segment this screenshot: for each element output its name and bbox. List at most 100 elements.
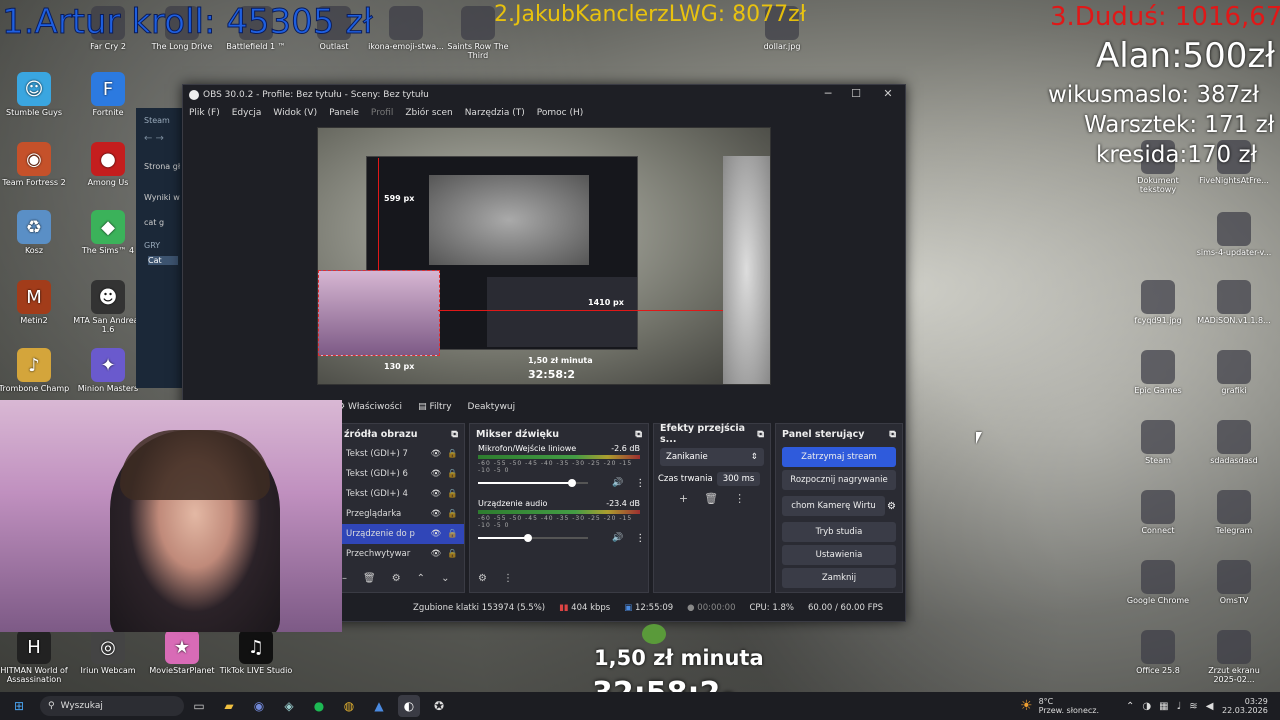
desktop-icon[interactable]: ♻ Kosz [0, 210, 72, 255]
menu-profile[interactable]: Profil [371, 108, 393, 118]
desktop-icon[interactable]: sdadasdasd [1196, 420, 1272, 465]
volume-icon[interactable]: ◀ [1206, 701, 1214, 712]
advanced-audio-icon[interactable]: ⚙ [478, 573, 487, 584]
undock-icon[interactable]: ⧉ [757, 429, 764, 440]
close-button[interactable]: ✕ [875, 87, 901, 100]
deactivate-button[interactable]: Deaktywuj [468, 402, 516, 412]
properties-button[interactable]: ⚙ Właściwości [337, 402, 402, 412]
desktop-icon[interactable]: ◎ Iriun Webcam [70, 630, 146, 675]
menu-docks[interactable]: Panele [329, 108, 359, 118]
desktop-icon[interactable]: ikona-emoji-stwa... [368, 6, 444, 51]
start-virtual-camera-button[interactable]: chom Kamerę Wirtu [782, 496, 886, 516]
move-up-icon[interactable]: ⌃ [417, 573, 425, 584]
undock-icon[interactable]: ⧉ [635, 429, 642, 440]
stop-stream-button[interactable]: Zatrzymaj stream [782, 447, 896, 467]
wifi-icon[interactable]: ≋ [1189, 701, 1197, 712]
task-view-icon[interactable]: ▭ [188, 695, 210, 717]
desktop-icon[interactable]: ● Among Us [70, 142, 146, 187]
settings-icon[interactable]: ⚙ [392, 573, 401, 584]
add-icon[interactable]: + [679, 492, 688, 505]
desktop-icon[interactable]: Telegram [1196, 490, 1272, 535]
more-icon[interactable]: ⋮ [503, 573, 513, 584]
source-item[interactable]: Przeglądarka 👁 🔒 [338, 504, 464, 524]
taskbar-search[interactable]: ⚲ Wyszukaj [40, 696, 184, 716]
more-icon[interactable]: ⋮ [635, 533, 645, 544]
desktop-icon[interactable]: ◆ The Sims™ 4 [70, 210, 146, 255]
visibility-eye-icon[interactable]: 👁 [431, 549, 442, 559]
tray-chevron-icon[interactable]: ⌃ [1126, 701, 1134, 712]
desktop-icon[interactable]: Google Chrome [1120, 560, 1196, 605]
maximize-button[interactable]: ☐ [843, 87, 869, 100]
gear-icon[interactable]: ⚙ [887, 501, 896, 512]
menu-tools[interactable]: Narzędzia (T) [465, 108, 525, 118]
microphone-icon[interactable]: ♩ [1177, 701, 1182, 712]
visibility-eye-icon[interactable]: 👁 [431, 529, 442, 539]
source-item[interactable]: Tekst (GDI+) 4 👁 🔒 [338, 484, 464, 504]
game-icon[interactable]: ✪ [428, 695, 450, 717]
slider-knob[interactable] [523, 534, 532, 542]
menu-edit[interactable]: Edycja [232, 108, 262, 118]
volume-icon[interactable]: 🔊 [612, 533, 623, 543]
network-icon[interactable]: ▦ [1159, 701, 1168, 712]
source-item[interactable]: Przechwytywar 👁 🔒 [338, 544, 464, 564]
desktop-icon[interactable]: OmsTV [1196, 560, 1272, 605]
lock-icon[interactable]: 🔒 [447, 529, 458, 539]
desktop-icon[interactable]: ★ MovieStarPlanet [144, 630, 220, 675]
move-down-icon[interactable]: ⌄ [441, 573, 449, 584]
steam-game-item[interactable]: Cat [148, 256, 178, 265]
undock-icon[interactable]: ⧉ [889, 429, 896, 440]
desktop-icon[interactable]: ☻ MTA San Andreas 1.6 [70, 280, 146, 334]
clock[interactable]: 03:29 22.03.2026 [1222, 697, 1268, 715]
source-item[interactable]: Tekst (GDI+) 6 👁 🔒 [338, 464, 464, 484]
lock-icon[interactable]: 🔒 [447, 469, 458, 479]
app-icon[interactable]: ▲ [368, 695, 390, 717]
lock-icon[interactable]: 🔒 [447, 489, 458, 499]
desktop-icon[interactable]: F Fortnite [70, 72, 146, 117]
volume-icon[interactable]: 🔊 [612, 478, 623, 488]
steam-icon[interactable]: ◈ [278, 695, 300, 717]
desktop-icon[interactable]: fcyqd91.jpg [1120, 280, 1196, 325]
desktop-icon[interactable]: Office 25.8 [1120, 630, 1196, 675]
more-icon[interactable]: ⋮ [635, 478, 645, 489]
source-item[interactable]: Tekst (GDI+) 7 👁 🔒 [338, 444, 464, 464]
desktop-icon[interactable]: MADiSON.v1.1.8... [1196, 280, 1272, 325]
slider-knob[interactable] [567, 479, 576, 487]
transition-select[interactable]: Zanikanie ⇕ [660, 448, 764, 466]
filters-button[interactable]: ▤ Filtry [418, 402, 451, 412]
trash-icon[interactable]: 🗑 [363, 573, 376, 584]
desktop-icon[interactable]: ♫ TikTok LIVE Studio [218, 630, 294, 675]
spotify-icon[interactable]: ● [308, 695, 330, 717]
trash-icon[interactable]: 🗑 [704, 492, 718, 505]
source-item[interactable]: Urządzenie do p 👁 🔒 [338, 524, 464, 544]
visibility-eye-icon[interactable]: 👁 [431, 449, 442, 459]
obs-taskbar-icon[interactable]: ◐ [398, 695, 420, 717]
weather-widget[interactable]: ☀ 8°C Przew. słonecz. [1020, 697, 1099, 715]
settings-button[interactable]: Ustawienia [782, 545, 896, 565]
chrome-icon[interactable]: ◍ [338, 695, 360, 717]
menu-scene-collection[interactable]: Zbiór scen [405, 108, 452, 118]
desktop-icon[interactable]: ☺ Stumble Guys [0, 72, 72, 117]
lock-icon[interactable]: 🔒 [447, 449, 458, 459]
steam-nav-arrows[interactable]: ← → [144, 133, 186, 144]
desktop-icon[interactable]: H HITMAN World of Assassination [0, 630, 72, 684]
desktop-icon[interactable]: ✦ Minion Masters [70, 348, 146, 393]
discord-icon[interactable]: ◉ [248, 695, 270, 717]
volume-slider[interactable] [478, 533, 590, 543]
undock-icon[interactable]: ⧉ [451, 429, 458, 440]
menu-file[interactable]: Plik (F) [189, 108, 220, 118]
desktop-icon[interactable]: grafiki [1196, 350, 1272, 395]
menu-help[interactable]: Pomoc (H) [537, 108, 584, 118]
lock-icon[interactable]: 🔒 [447, 509, 458, 519]
desktop-icon[interactable]: sims-4-updater-v... [1196, 212, 1272, 257]
obs-preview-canvas[interactable]: 599 px 1410 px 130 px 1,50 zł minuta 32:… [317, 127, 771, 385]
visibility-eye-icon[interactable]: 👁 [431, 469, 442, 479]
tray-app-icon[interactable]: ◑ [1142, 701, 1151, 712]
lock-icon[interactable]: 🔒 [447, 549, 458, 559]
remove-source-icon[interactable]: – [342, 573, 347, 584]
desktop-icon[interactable]: Zrzut ekranu 2025-02... [1196, 630, 1272, 684]
obs-title-bar[interactable]: OBS 30.0.2 - Profile: Bez tytułu - Sceny… [183, 85, 905, 105]
studio-mode-button[interactable]: Tryb studia [782, 522, 896, 542]
visibility-eye-icon[interactable]: 👁 [431, 489, 442, 499]
desktop-icon[interactable]: Steam [1120, 420, 1196, 465]
start-recording-button[interactable]: Rozpocznij nagrywanie [782, 470, 896, 490]
